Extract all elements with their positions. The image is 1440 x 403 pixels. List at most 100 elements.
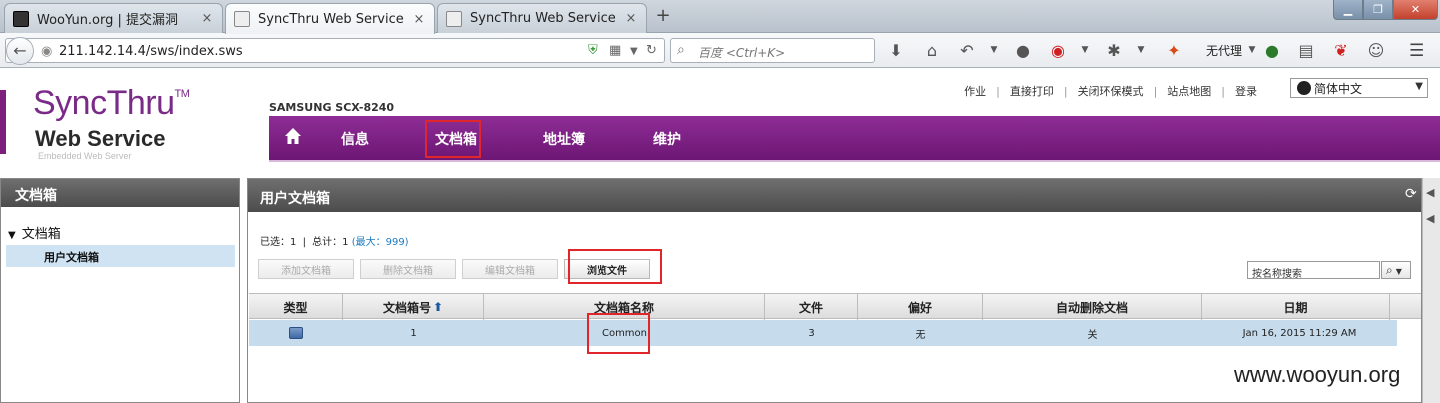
address-bar[interactable]: ← ◉ 211.142.14.4/sws/index.sws ⛨ ▦ ▼ ↻: [5, 37, 665, 65]
bug-icon[interactable]: ✱: [1104, 41, 1124, 60]
reload-icon[interactable]: ↻: [646, 43, 657, 58]
search-input[interactable]: 按名称搜索: [1247, 261, 1380, 280]
row-auto-delete-cell: 关: [1087, 329, 1098, 341]
browser-tab-wooyun[interactable]: WooYun.org | 提交漏洞 ×: [4, 3, 223, 33]
reader-icon[interactable]: ▤: [1296, 41, 1316, 60]
download-icon[interactable]: ⬇: [886, 41, 906, 60]
smiley-icon[interactable]: ☺: [1366, 41, 1386, 60]
share-icon[interactable]: ❦: [1331, 41, 1351, 60]
proxy-globe-icon[interactable]: ●: [1262, 41, 1282, 60]
left-panel-title: 文档箱: [1, 179, 239, 207]
chevron-down-icon: ▼: [1415, 81, 1423, 92]
delete-document-box-button[interactable]: 删除文档箱: [360, 259, 456, 279]
chat-icon[interactable]: ●: [1013, 41, 1033, 60]
url-text[interactable]: 211.142.14.4/sws/index.sws: [59, 44, 243, 59]
summary-max: (最大：999): [351, 237, 409, 248]
right-panel-title: 用户文档箱: [248, 179, 1421, 212]
tab-title: SyncThru Web Service: [258, 11, 404, 27]
language-select[interactable]: 简体中文 ▼: [1290, 78, 1428, 98]
close-tab-icon[interactable]: ×: [624, 11, 638, 26]
minimize-window-button[interactable]: ▁: [1333, 0, 1363, 20]
summary-total: 总计：1: [312, 237, 349, 248]
dropdown-arrow-icon[interactable]: ▼: [1075, 45, 1095, 55]
link-jobs[interactable]: 作业: [964, 83, 986, 99]
nav-item-info[interactable]: 信息: [341, 129, 369, 149]
logo-accent-bar: [0, 90, 6, 154]
web-page: SyncThruTM Web Service Embedded Web Serv…: [0, 68, 1440, 403]
home-icon[interactable]: ⌂: [922, 41, 942, 60]
column-date[interactable]: 日期: [1202, 294, 1390, 320]
summary-separator: |: [302, 237, 306, 248]
nav-item-address-book[interactable]: 地址簿: [543, 129, 585, 149]
edit-document-box-button[interactable]: 编辑文档箱: [462, 259, 558, 279]
search-box[interactable]: ⌕ 百度 <Ctrl+K>: [670, 38, 875, 63]
column-auto-delete[interactable]: 自动删除文档: [983, 294, 1202, 320]
tab-title: WooYun.org | 提交漏洞: [37, 13, 179, 28]
browser-tab-syncthru-active[interactable]: SyncThru Web Service ×: [225, 3, 435, 34]
dropdown-arrow-icon[interactable]: ▼: [1131, 45, 1151, 55]
collapse-arrow-icon[interactable]: ◀: [1426, 186, 1434, 199]
logo-tagline: Embedded Web Server: [38, 151, 132, 161]
back-arrow-icon[interactable]: ←: [6, 37, 34, 65]
nav-underline: [269, 160, 1440, 162]
tree-item-document-box[interactable]: ▼ 文档箱: [8, 223, 61, 242]
firebug-icon[interactable]: ✦: [1164, 41, 1184, 60]
table-row[interactable]: 1 Common 3 无 关 Jan 16, 2015 11:29 AM: [249, 320, 1397, 346]
left-panel: 文档箱 ▼ 文档箱 用户文档箱: [0, 178, 240, 403]
row-name-cell[interactable]: Common: [484, 320, 765, 346]
close-tab-icon[interactable]: ×: [412, 12, 426, 27]
link-eco-mode-off[interactable]: 关闭环保模式: [1078, 83, 1144, 99]
close-window-button[interactable]: ✕: [1393, 0, 1438, 20]
shield-icon[interactable]: ⛨: [588, 43, 598, 58]
expand-triangle-icon[interactable]: ▼: [8, 230, 16, 241]
printer-model: SAMSUNG SCX-8240: [269, 101, 395, 114]
printer-favicon-icon: [446, 10, 462, 27]
collapse-bar[interactable]: ◀ ◀: [1422, 178, 1440, 403]
add-document-box-button[interactable]: 添加文档箱: [258, 259, 354, 279]
browser-nav-bar: ← ◉ 211.142.14.4/sws/index.sws ⛨ ▦ ▼ ↻ ⌕…: [0, 33, 1440, 68]
maximize-window-button[interactable]: ❐: [1363, 0, 1393, 20]
globe-icon: [1297, 81, 1311, 95]
row-preference-cell: 无: [915, 329, 926, 341]
dropdown-arrow-icon[interactable]: ▼: [1242, 45, 1262, 55]
qr-code-icon[interactable]: ▦: [609, 43, 621, 58]
trademark-mark: TM: [174, 88, 190, 100]
column-box-name[interactable]: 文档箱名称: [484, 294, 765, 320]
dropdown-arrow-icon[interactable]: ▼: [984, 45, 1004, 55]
globe-icon: ◉: [41, 44, 53, 59]
browser-tab-syncthru[interactable]: SyncThru Web Service ×: [437, 3, 647, 33]
close-tab-icon[interactable]: ×: [200, 11, 214, 26]
column-files[interactable]: 文件: [765, 294, 858, 320]
proxy-label[interactable]: 无代理: [1206, 42, 1242, 59]
watermark-text: www.wooyun.org: [1234, 362, 1401, 387]
table-header: 类型 文档箱号 ⬆ 文档箱名称 文件 偏好 自动删除文档 日期: [249, 293, 1421, 320]
search-button[interactable]: ⌕ ▼: [1381, 261, 1411, 279]
row-files-cell: 3: [808, 327, 815, 339]
home-icon[interactable]: [284, 127, 302, 145]
column-box-number[interactable]: 文档箱号 ⬆: [343, 294, 484, 320]
collapse-arrow-icon[interactable]: ◀: [1426, 212, 1434, 225]
weibo-icon[interactable]: ◉: [1048, 41, 1068, 60]
link-direct-print[interactable]: 直接打印: [1010, 83, 1054, 99]
column-type[interactable]: 类型: [249, 294, 343, 320]
summary-selected: 已选：1: [260, 237, 297, 248]
printer-favicon-icon: [234, 11, 250, 27]
logo-syncthru[interactable]: SyncThruTM: [33, 84, 190, 123]
selection-summary: 已选：1 | 总计：1 (最大：999): [260, 233, 409, 248]
browse-files-button[interactable]: 浏览文件: [564, 259, 650, 279]
tree-item-user-document-box[interactable]: 用户文档箱: [6, 245, 235, 267]
logo-web-service: Web Service: [35, 126, 166, 151]
dropdown-arrow-icon[interactable]: ▼: [630, 46, 638, 57]
nav-item-maintenance[interactable]: 维护: [653, 129, 681, 149]
nav-item-document-box[interactable]: 文档箱: [435, 129, 477, 149]
column-preference[interactable]: 偏好: [858, 294, 983, 320]
folder-icon: [289, 327, 303, 339]
search-icon: ⌕: [677, 42, 685, 58]
row-type-cell: [249, 320, 343, 346]
link-login[interactable]: 登录: [1235, 83, 1257, 99]
link-sitemap[interactable]: 站点地图: [1167, 83, 1211, 99]
refresh-icon[interactable]: ⟳: [1405, 186, 1417, 202]
new-tab-button[interactable]: +: [652, 5, 674, 27]
menu-icon[interactable]: ☰: [1409, 41, 1424, 61]
undo-icon[interactable]: ↶: [957, 41, 977, 60]
